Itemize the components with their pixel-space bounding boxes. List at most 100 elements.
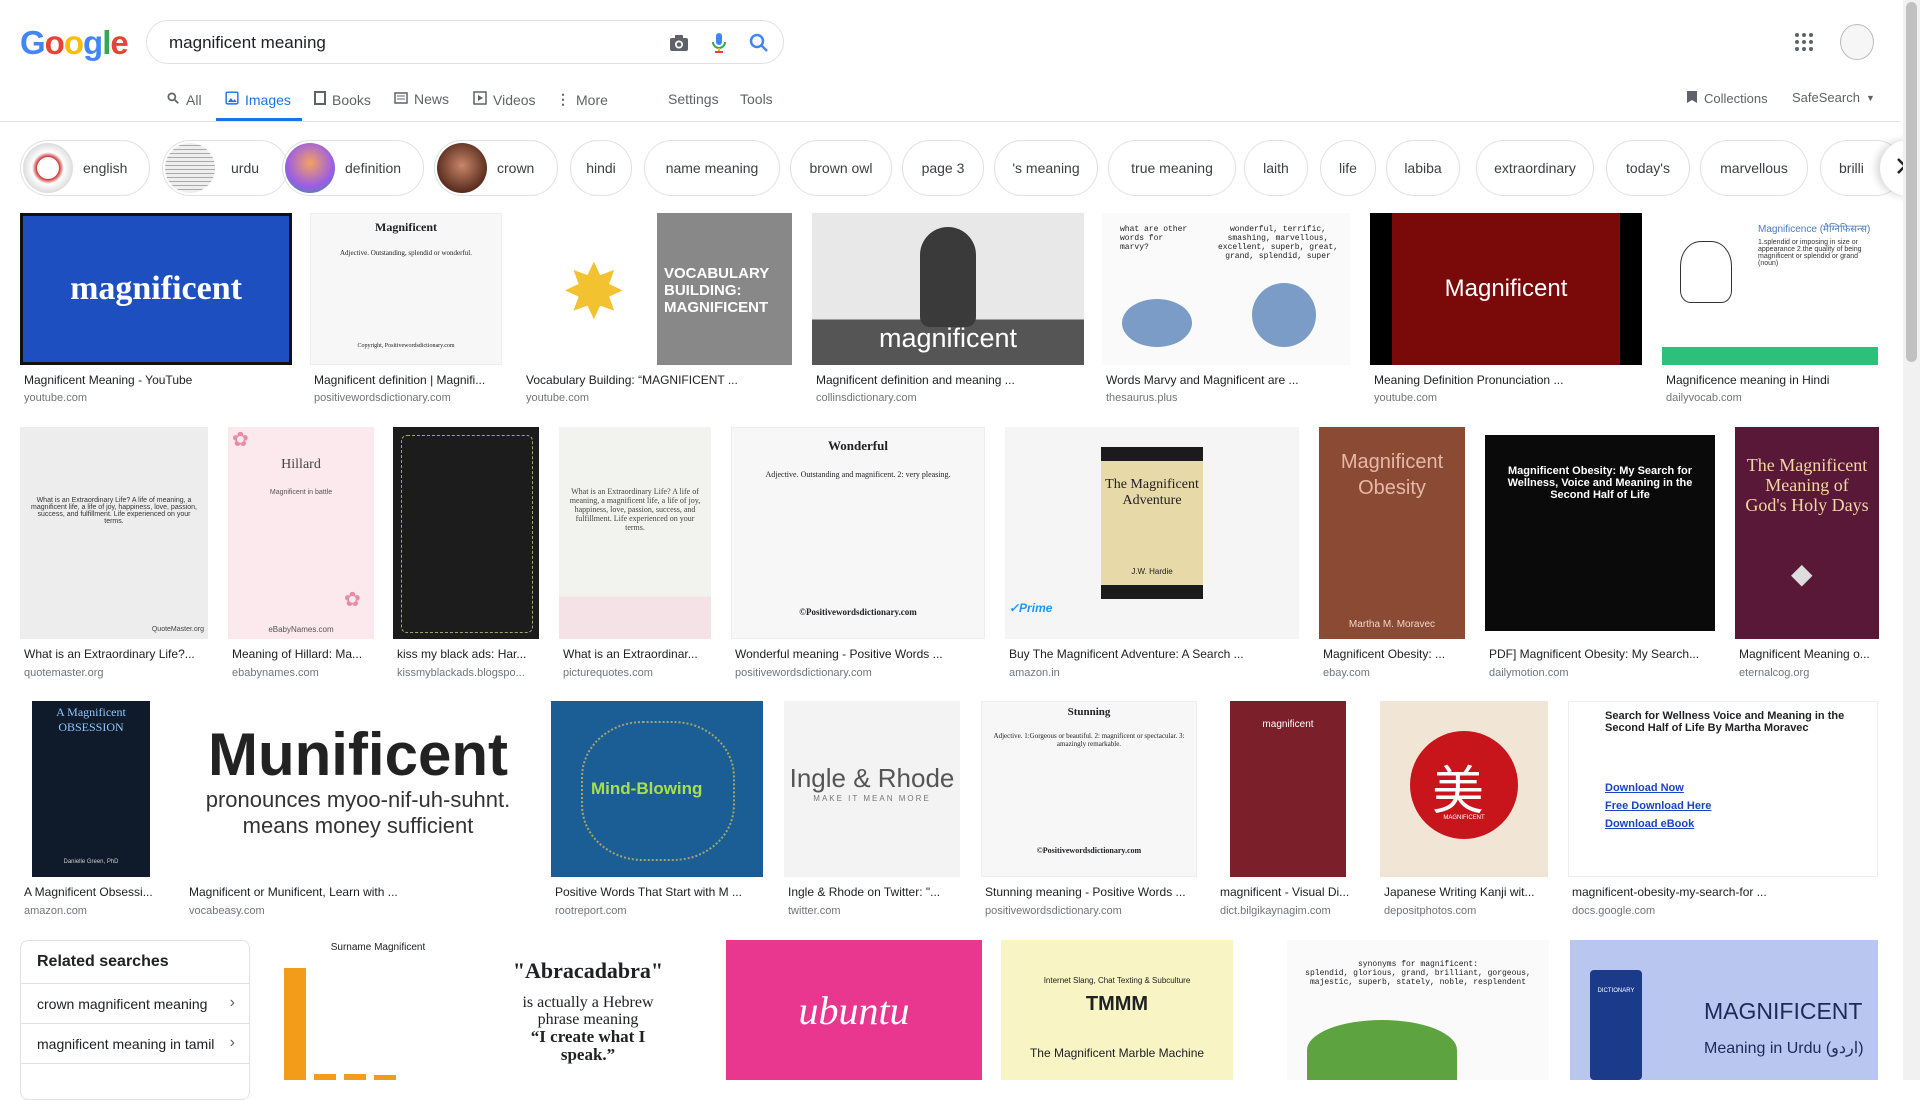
- camera-icon[interactable]: [667, 31, 691, 55]
- result-image[interactable]: Magnificent Adjective. Outstanding, sple…: [310, 213, 502, 405]
- chip-page-3[interactable]: page 3: [902, 140, 984, 196]
- result-image[interactable]: magnificent magnificent - Visual Di... d…: [1216, 701, 1360, 921]
- bookmark-icon: [1686, 90, 1698, 107]
- scrollbar-thumb[interactable]: [1906, 2, 1917, 362]
- thumbnail-footer: J.W. Hardie: [1131, 567, 1173, 576]
- chip-crown[interactable]: crown: [434, 140, 558, 196]
- chip-urdu[interactable]: urdu: [162, 140, 288, 196]
- result-image[interactable]: What is an Extraordinary Life? A life of…: [559, 427, 711, 681]
- chip-name-meaning[interactable]: name meaning: [644, 140, 780, 196]
- result-image[interactable]: Magnificent Meaning Definition Pronuncia…: [1370, 213, 1642, 405]
- result-image[interactable]: Stunning Adjective. 1:Gorgeous or beauti…: [981, 701, 1197, 921]
- tab-news[interactable]: News: [394, 91, 449, 107]
- thumbnail-footer: “I create what I speak.”: [530, 1027, 646, 1064]
- thumbnail-subtext: Meaning in Urdu (اردو): [1704, 1040, 1864, 1057]
- image-icon: [225, 91, 239, 108]
- result-thumbnail: The Magnificent Meaning of God's Holy Da…: [1735, 427, 1879, 639]
- person-silhouette: [920, 227, 976, 327]
- chip-todays[interactable]: today's: [1606, 140, 1690, 196]
- related-searches-panel: Related searches crown magnificent meani…: [20, 940, 250, 1100]
- collections-link[interactable]: Collections: [1686, 90, 1768, 107]
- thumbnail-text: magnificent: [878, 323, 1018, 353]
- logo-letter: g: [83, 24, 103, 61]
- chip-marvellous[interactable]: marvellous: [1700, 140, 1808, 196]
- chip-laith[interactable]: laith: [1244, 140, 1308, 196]
- chip-s-meaning[interactable]: 's meaning: [994, 140, 1098, 196]
- result-image[interactable]: Magnificent Obesity Martha M. Moravec Ma…: [1319, 427, 1465, 681]
- result-image[interactable]: Internet Slang, Chat Texting & Subcultur…: [1001, 940, 1233, 1080]
- thumbnail-text: VOCABULARY BUILDING: MAGNIFICENT: [664, 265, 770, 316]
- more-vert-icon: ⋮: [556, 91, 570, 107]
- result-source: dict.bilgikaynagim.com: [1220, 905, 1331, 917]
- tab-images[interactable]: Images: [225, 91, 291, 108]
- apps-grid-icon[interactable]: [1794, 32, 1814, 52]
- result-source: youtube.com: [1374, 392, 1437, 404]
- dinosaur-illustration: [1307, 1020, 1457, 1080]
- chip-brown-owl[interactable]: brown owl: [790, 140, 892, 196]
- result-image[interactable]: What is an Extraordinary Life? A life of…: [20, 427, 208, 681]
- search-input[interactable]: [167, 29, 641, 57]
- result-image[interactable]: "Abracadabra" is actually a Hebrew phras…: [505, 940, 671, 1080]
- result-image[interactable]: The Magnificent Meaning of God's Holy Da…: [1735, 427, 1879, 681]
- result-caption: Meaning of Hillard: Ma...: [232, 647, 363, 661]
- tab-videos[interactable]: Videos: [473, 91, 536, 108]
- pigeon-illustration: [1122, 299, 1192, 347]
- result-thumbnail: [393, 427, 539, 639]
- result-image[interactable]: Hillard Magnificent in battle eBabyNames…: [228, 427, 374, 681]
- search-icon[interactable]: [747, 31, 771, 55]
- diamond-icon: ◆: [1791, 558, 1813, 589]
- chip-label: labiba: [1404, 160, 1442, 176]
- chip-english[interactable]: english: [20, 140, 150, 196]
- chip-labiba[interactable]: labiba: [1386, 140, 1460, 196]
- related-search-item-partial[interactable]: [21, 1063, 249, 1099]
- thumbnail-footer: QuoteMaster.org: [151, 626, 204, 633]
- result-image[interactable]: what are other words for marvy? wonderfu…: [1102, 213, 1350, 405]
- thumbnail-footer: Danielle Green, PhD: [63, 859, 119, 865]
- result-caption: Japanese Writing Kanji wit...: [1384, 885, 1535, 899]
- result-image[interactable]: Surname Magnificent: [270, 940, 486, 1080]
- result-image[interactable]: magnificent Magnificent Meaning - YouTub…: [20, 213, 292, 405]
- result-image[interactable]: synonyms for magnificent: splendid, glor…: [1287, 940, 1549, 1080]
- settings-link[interactable]: Settings: [668, 91, 719, 107]
- tools-link[interactable]: Tools: [740, 91, 773, 107]
- tab-more[interactable]: ⋮ More: [556, 91, 608, 108]
- thumbnail-text: Ingle & Rhode: [789, 763, 955, 793]
- result-image[interactable]: Ingle & Rhode MAKE IT MEAN MORE Ingle & …: [784, 701, 960, 921]
- result-image[interactable]: Magnificence (मैग्निफिसन्स) 1.splendid o…: [1662, 213, 1878, 405]
- result-image[interactable]: ubuntu: [726, 940, 982, 1080]
- tab-all[interactable]: All: [166, 91, 202, 108]
- result-image[interactable]: 美 MAGNIFICENT Japanese Writing Kanji wit…: [1380, 701, 1548, 921]
- result-image[interactable]: Munificent pronounces myoo-nif-uh-suhnt.…: [185, 701, 531, 921]
- result-image[interactable]: Wonderful Adjective. Outstanding and mag…: [731, 427, 985, 681]
- result-image[interactable]: Mind-Blowing Positive Words That Start w…: [551, 701, 763, 921]
- result-thumbnail: What is an Extraordinary Life? A life of…: [559, 427, 711, 639]
- related-search-item[interactable]: magnificent meaning in tamil ›: [21, 1023, 249, 1063]
- chip-extraordinary[interactable]: extraordinary: [1476, 140, 1594, 196]
- result-image[interactable]: A Magnificent OBSESSION Danielle Green, …: [20, 701, 166, 921]
- result-thumbnail: A Magnificent OBSESSION Danielle Green, …: [20, 701, 166, 877]
- related-search-item[interactable]: crown magnificent meaning ›: [21, 983, 249, 1023]
- safesearch-menu[interactable]: SafeSearch ▼: [1792, 90, 1875, 105]
- avatar[interactable]: [1840, 24, 1874, 60]
- caret-down-icon: ▼: [1865, 92, 1875, 103]
- mic-icon[interactable]: [707, 31, 731, 55]
- result-image[interactable]: magnificent Magnificent definition and m…: [812, 213, 1084, 405]
- thumbnail-subtext: Magnificent in battle: [269, 489, 333, 496]
- google-logo[interactable]: Google: [20, 24, 129, 62]
- result-image[interactable]: Search for Wellness Voice and Meaning in…: [1568, 701, 1878, 921]
- chip-true-meaning[interactable]: true meaning: [1108, 140, 1236, 196]
- chip-hindi[interactable]: hindi: [570, 140, 632, 196]
- tab-books[interactable]: Books: [314, 91, 371, 108]
- result-source: thesaurus.plus: [1106, 392, 1178, 404]
- result-image[interactable]: DICTIONARY MAGNIFICENT Meaning in Urdu (…: [1570, 940, 1878, 1080]
- thumbnail-text: ubuntu: [798, 987, 910, 1033]
- result-source: amazon.in: [1009, 667, 1060, 679]
- result-image[interactable]: kiss my black ads: Har... kissmyblackads…: [393, 427, 539, 681]
- result-image[interactable]: ✸ VOCABULARY BUILDING: MAGNIFICENT Vocab…: [522, 213, 792, 405]
- chip-life[interactable]: life: [1320, 140, 1376, 196]
- chip-definition[interactable]: definition: [282, 140, 424, 196]
- result-image[interactable]: The Magnificent Adventure J.W. Hardie ✓P…: [1005, 427, 1299, 681]
- result-image[interactable]: Magnificent Obesity: My Search for Welln…: [1485, 427, 1715, 681]
- result-caption: Wonderful meaning - Positive Words ...: [735, 647, 943, 661]
- thumbnail-text: The Magnificent Meaning of God's Holy Da…: [1745, 455, 1869, 515]
